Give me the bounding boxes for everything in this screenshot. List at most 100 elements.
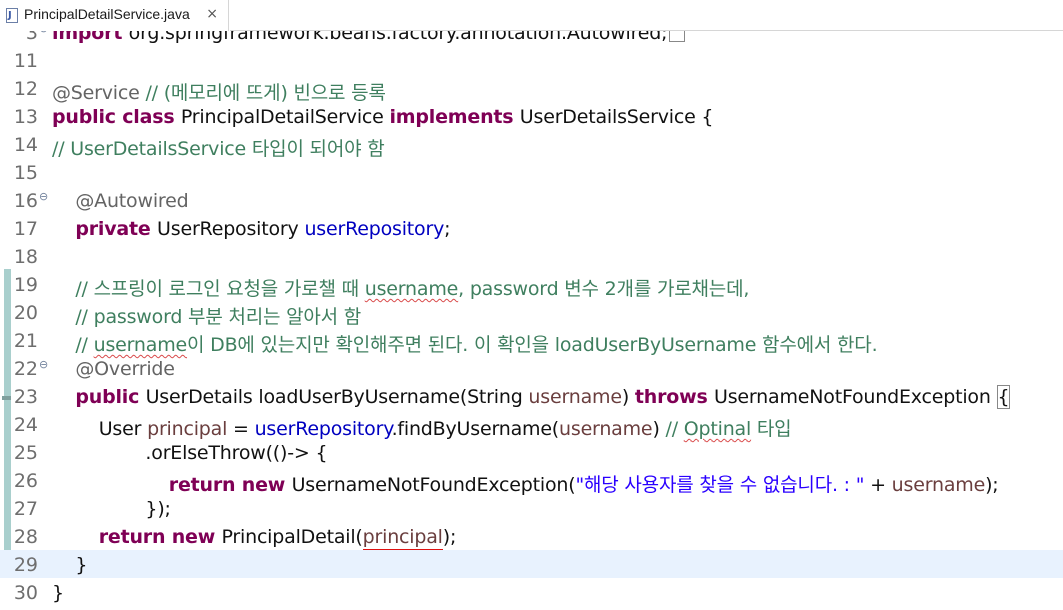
expand-fold-icon[interactable]: ⊕	[39, 31, 48, 35]
line-number: 27	[13, 498, 38, 520]
code-editor[interactable]: 3⊕ import org.springframework.beans.facto…	[0, 31, 1063, 610]
close-icon[interactable]: ×	[206, 6, 218, 22]
code-line[interactable]: 28 return new PrincipalDetail(principal)…	[0, 522, 1063, 552]
code-token: });	[52, 498, 171, 520]
code-text: @Override	[52, 358, 175, 380]
code-text: private UserRepository userRepository;	[52, 218, 450, 240]
code-line[interactable]: 20 // password 부분 처리는 알아서 함	[0, 298, 1063, 329]
code-token: class	[122, 106, 181, 128]
code-text: public UserDetails loadUserByUsername(St…	[52, 385, 1011, 409]
line-number: 12	[13, 78, 38, 100]
code-line[interactable]: 22 ⊖ @Override	[0, 354, 1063, 382]
code-line[interactable]: 3⊕ import org.springframework.beans.facto…	[0, 31, 1063, 46]
code-token: 이 DB에 있는지만 확인해주면 된다. 이 확인을 loadUserByUse…	[187, 334, 878, 356]
collapse-fold-icon[interactable]: ⊖	[39, 358, 48, 371]
line-number: 25	[13, 442, 38, 464]
code-line[interactable]: 30}	[0, 578, 1063, 606]
code-token: UserDetails loadUserByUsername(String	[145, 386, 529, 408]
line-number: 20	[13, 302, 38, 324]
code-token: private	[75, 218, 158, 240]
code-token: // UserDetailsService 타입이 되어야 함	[52, 138, 385, 160]
line-number: 14	[13, 134, 38, 156]
code-line[interactable]: 21 // username이 DB에 있는지만 확인해주면 된다. 이 확인을…	[0, 326, 1063, 357]
code-line[interactable]: 12 @Service // (메모리에 뜨게) 빈으로 등록	[0, 74, 1063, 105]
code-token: principal	[147, 418, 228, 440]
code-text: @Autowired	[52, 190, 188, 212]
code-token: 타입	[751, 418, 792, 440]
code-token: @Autowired	[75, 190, 189, 212]
tab-title: PrincipalDetailService.java	[24, 6, 190, 22]
line-number: 19	[13, 274, 38, 296]
code-token: @Service	[52, 82, 140, 104]
tab-principal-detail-service[interactable]: J PrincipalDetailService.java ×	[0, 0, 229, 31]
code-token: // password 부분 처리는 알아서 함	[52, 306, 362, 328]
code-line[interactable]: 29 }	[0, 550, 1063, 578]
line-number: 29	[13, 554, 38, 576]
code-text: }	[52, 554, 87, 576]
code-line[interactable]: 14 // UserDetailsService 타입이 되어야 함	[0, 130, 1063, 161]
code-line[interactable]: 17 private UserRepository userRepository…	[0, 214, 1063, 242]
code-token: public	[75, 386, 146, 408]
code-text: // username이 DB에 있는지만 확인해주면 된다. 이 확인을 lo…	[52, 330, 877, 357]
code-line[interactable]: 27 });	[0, 494, 1063, 522]
code-line[interactable]: 11	[0, 46, 1063, 74]
code-line[interactable]: 15	[0, 158, 1063, 186]
code-token: )	[621, 386, 635, 408]
code-text: .orElseThrow(()-> {	[52, 442, 327, 464]
code-token: );	[442, 526, 457, 548]
code-token: org.springframework.beans.factory.annota…	[128, 31, 668, 44]
code-token: //	[665, 418, 684, 440]
code-token: // (메모리에 뜨게) 빈으로 등록	[139, 82, 386, 104]
code-token: .orElseThrow(()-> {	[52, 442, 328, 464]
code-line[interactable]: 26 return new UsernameNotFoundException(…	[0, 466, 1063, 496]
code-text: @Service // (메모리에 뜨게) 빈으로 등록	[52, 78, 386, 105]
code-token: UsernameNotFoundException(	[291, 474, 576, 496]
code-token: //	[52, 334, 94, 356]
code-token: User	[52, 418, 148, 440]
code-token: new	[241, 474, 292, 496]
code-token: , password 변수 2개를 가로채는데,	[458, 278, 750, 300]
line-number: 13	[13, 106, 38, 128]
code-token: public	[52, 106, 123, 128]
line-number: 15	[13, 162, 38, 184]
line-number: 23	[13, 386, 38, 408]
code-text: User principal = userRepository.findByUs…	[52, 414, 792, 441]
code-line[interactable]: 19 // 스프링이 로그인 요청을 가로챌 때 username, passw…	[0, 270, 1063, 301]
code-token: +	[864, 474, 892, 496]
line-number: 11	[13, 50, 38, 72]
code-token: UserDetailsService {	[519, 106, 714, 128]
code-text: }	[52, 582, 64, 604]
java-editor-window: J PrincipalDetailService.java × 3⊕ import…	[0, 0, 1063, 610]
code-token: "해당 사용자를 찾을 수 없습니다. : "	[575, 474, 865, 496]
code-token: }	[52, 554, 88, 576]
code-token: principal	[362, 526, 443, 552]
code-text: // password 부분 처리는 알아서 함	[52, 302, 361, 329]
line-number: 16	[13, 190, 38, 212]
code-token: return	[168, 474, 242, 496]
code-text: // UserDetailsService 타입이 되어야 함	[52, 134, 385, 161]
code-token: );	[985, 474, 999, 496]
code-line[interactable]: 16 ⊖ @Autowired	[0, 186, 1063, 214]
code-text: // 스프링이 로그인 요청을 가로챌 때 username, password…	[52, 274, 749, 301]
code-token: UserRepository	[157, 218, 305, 240]
code-line[interactable]: 13 public class PrincipalDetailService im…	[0, 102, 1063, 130]
code-token: username	[559, 418, 653, 440]
line-number: 26	[13, 470, 38, 492]
code-token: username	[93, 334, 188, 356]
code-token: )	[652, 418, 666, 440]
code-line[interactable]: 24 User principal = userRepository.findB…	[0, 410, 1063, 441]
code-line[interactable]: 25 .orElseThrow(()-> {	[0, 438, 1063, 466]
collapse-fold-icon[interactable]: ⊖	[39, 190, 48, 203]
code-line[interactable]: 18	[0, 242, 1063, 270]
code-text: return new PrincipalDetail(principal);	[52, 526, 457, 552]
editor-tab-bar: J PrincipalDetailService.java ×	[0, 0, 1063, 31]
code-text: });	[52, 498, 171, 520]
line-number: 30	[13, 582, 38, 604]
collapsed-imports-box[interactable]	[669, 31, 686, 42]
code-line[interactable]: 23 public UserDetails loadUserByUsername…	[0, 382, 1063, 410]
